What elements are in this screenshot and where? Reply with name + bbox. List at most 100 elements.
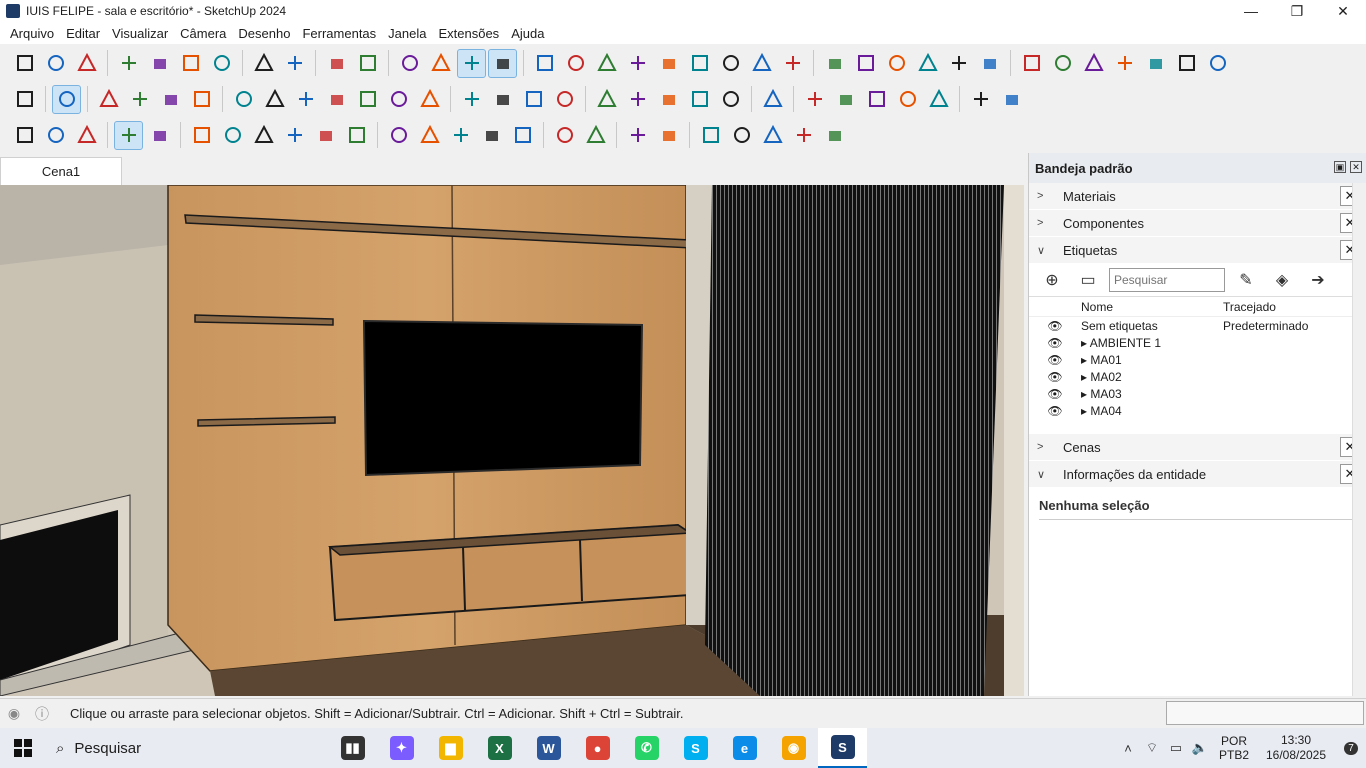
start-button[interactable] — [0, 728, 46, 768]
pan-icon[interactable] — [519, 85, 548, 114]
warehouse-icon[interactable] — [1017, 49, 1046, 78]
taskbar-search[interactable]: ⌕ Pesquisar — [46, 728, 328, 768]
scene-tab[interactable]: Cena1 — [0, 157, 122, 185]
chat-icon[interactable] — [654, 121, 683, 150]
stack-icon[interactable] — [654, 85, 683, 114]
tape-measure-icon[interactable] — [415, 85, 444, 114]
layers-icon[interactable] — [623, 85, 652, 114]
look-around-icon[interactable] — [747, 49, 776, 78]
taskbar-word[interactable]: W — [524, 728, 573, 768]
taskbar-whatsapp[interactable]: ✆ — [622, 728, 671, 768]
dimension-icon[interactable] — [851, 49, 880, 78]
rectangle-icon[interactable] — [187, 85, 216, 114]
select-icon[interactable] — [52, 84, 81, 114]
user-icon[interactable] — [758, 85, 787, 114]
section-plane-icon[interactable] — [820, 49, 849, 78]
new-doc-icon[interactable] — [966, 85, 995, 114]
info-icon[interactable]: ⓘ — [28, 704, 56, 724]
taskbar-edge[interactable]: e — [720, 728, 769, 768]
offset-icon[interactable] — [384, 85, 413, 114]
menu-janela[interactable]: Janela — [382, 26, 432, 41]
iso-view-icon[interactable] — [426, 49, 455, 78]
previous-view-icon[interactable] — [685, 49, 714, 78]
expand-arrow-icon[interactable]: ▸ — [1081, 353, 1090, 367]
cut-icon[interactable] — [114, 49, 143, 78]
tag-color-icon[interactable]: ◈ — [1267, 267, 1297, 293]
panel-tags[interactable]: ∨ Etiquetas ✕ — [1029, 237, 1366, 264]
notification-button[interactable]: 7 — [1336, 741, 1366, 755]
chevron-up-icon[interactable]: ˄ — [1116, 741, 1140, 756]
visibility-eye-icon[interactable]: 👁 — [1029, 370, 1081, 384]
component-icon[interactable] — [1048, 49, 1077, 78]
bucket-icon[interactable] — [924, 85, 953, 114]
undo-icon[interactable] — [249, 49, 278, 78]
paste-icon[interactable] — [176, 49, 205, 78]
menu-camera[interactable]: Câmera — [174, 26, 232, 41]
add-tag-icon[interactable]: ⊕ — [1037, 267, 1067, 293]
panel-materials[interactable]: > Materiais ✕ — [1029, 183, 1366, 210]
window-shape-icon[interactable] — [1141, 49, 1170, 78]
3d-text-icon[interactable] — [975, 49, 1004, 78]
doc-icon[interactable] — [820, 121, 849, 150]
tag-row[interactable]: 👁 Sem etiquetas Predeterminado — [1029, 317, 1366, 334]
bag-icon[interactable] — [758, 121, 787, 150]
tag-row[interactable]: 👁 ▸ MA03 — [1029, 385, 1366, 402]
menu-desenho[interactable]: Desenho — [232, 26, 296, 41]
diamond-icon[interactable] — [508, 121, 537, 150]
language-indicator[interactable]: POR PTB2 — [1212, 734, 1256, 762]
shelf-tool-icon[interactable] — [10, 121, 39, 150]
tag-dash[interactable]: Predeterminado — [1223, 319, 1333, 333]
dollar-icon[interactable] — [789, 121, 818, 150]
add-user-icon[interactable] — [997, 85, 1026, 114]
menu-ferramentas[interactable]: Ferramentas — [296, 26, 382, 41]
menu-extensoes[interactable]: Extensões — [432, 26, 505, 41]
geo-location-icon[interactable]: ◉ — [0, 705, 28, 722]
line-icon[interactable] — [156, 85, 185, 114]
orbit-view-icon[interactable] — [395, 49, 424, 78]
follow-me-icon[interactable] — [260, 85, 289, 114]
floppy-icon[interactable] — [862, 85, 891, 114]
erase-icon[interactable] — [207, 49, 236, 78]
copy-icon[interactable] — [145, 49, 174, 78]
add-folder-icon[interactable]: ▭ — [1073, 267, 1103, 293]
wire-icon[interactable] — [446, 121, 475, 150]
taskbar-vpn[interactable]: ◉ — [769, 728, 818, 768]
expand-arrow-icon[interactable]: ▸ — [1081, 370, 1090, 384]
details-arrow-icon[interactable]: ➔ — [1303, 267, 1333, 293]
menu-arquivo[interactable]: Arquivo — [4, 26, 60, 41]
new-file-icon[interactable] — [10, 49, 39, 78]
zoom-extents-icon[interactable] — [592, 85, 621, 114]
redo-icon[interactable] — [280, 49, 309, 78]
top-view-icon[interactable] — [457, 48, 486, 78]
eraser-icon[interactable] — [94, 85, 123, 114]
sofa-icon[interactable] — [114, 120, 143, 150]
position-camera-icon[interactable] — [716, 49, 745, 78]
dollar-box-icon[interactable] — [249, 121, 278, 150]
menu-editar[interactable]: Editar — [60, 26, 106, 41]
close-button[interactable]: ✕ — [1320, 0, 1366, 22]
visibility-eye-icon[interactable]: 👁 — [1029, 404, 1081, 418]
folder-2016-icon[interactable] — [831, 85, 860, 114]
visibility-eye-icon[interactable]: 👁 — [1029, 353, 1081, 367]
stack-2-icon[interactable] — [685, 85, 714, 114]
visibility-eye-icon[interactable]: 👁 — [1029, 387, 1081, 401]
paint-bucket-icon[interactable] — [457, 85, 486, 114]
model-viewport[interactable] — [0, 185, 1024, 696]
cloud-icon[interactable] — [727, 121, 756, 150]
align-left-icon[interactable] — [384, 121, 413, 150]
panel-scenes[interactable]: > Cenas ✕ — [1029, 434, 1366, 461]
zoom-icon[interactable] — [550, 85, 579, 114]
text-icon[interactable] — [913, 49, 942, 78]
walk-icon[interactable] — [778, 49, 807, 78]
expand-arrow-icon[interactable]: ▸ — [1081, 404, 1090, 418]
panel-split-icon[interactable] — [72, 121, 101, 150]
zoom-window-icon[interactable] — [623, 49, 652, 78]
bricks-icon[interactable] — [145, 121, 174, 150]
cube-color-icon[interactable] — [187, 121, 216, 150]
arrows-left-icon[interactable] — [550, 121, 579, 150]
people-icon[interactable] — [311, 121, 340, 150]
menu-visualizar[interactable]: Visualizar — [106, 26, 174, 41]
front-view-icon[interactable] — [488, 48, 517, 78]
taskbar-file-explorer[interactable]: ▆ — [426, 728, 475, 768]
taskbar-excel[interactable]: X — [475, 728, 524, 768]
